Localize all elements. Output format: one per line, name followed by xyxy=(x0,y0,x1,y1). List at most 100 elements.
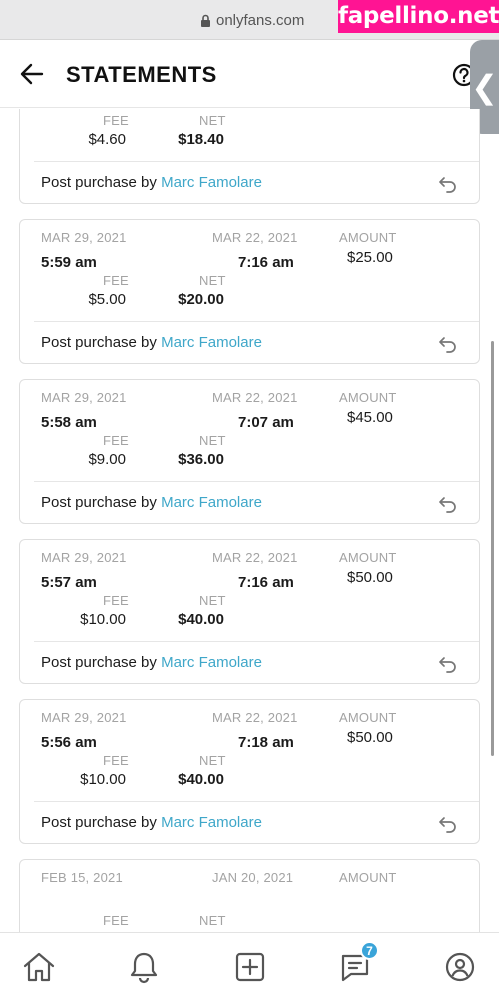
scrollbar-thumb[interactable] xyxy=(491,341,494,756)
fee-value: $4.60 xyxy=(88,131,126,148)
user-link[interactable]: Marc Famolare xyxy=(161,334,262,351)
net-value: $20.00 xyxy=(178,291,224,308)
bell-icon xyxy=(130,952,158,984)
statement-description: Post purchase by Marc Famolare xyxy=(41,174,262,191)
card-divider xyxy=(34,481,479,482)
url-text: onlyfans.com xyxy=(216,12,305,29)
transaction-time: 5:59 am xyxy=(41,254,97,271)
statement-description: Post purchase by Marc Famolare xyxy=(41,334,262,351)
amount-label: AMOUNT xyxy=(339,390,397,405)
nav-new-post-button[interactable] xyxy=(230,947,270,987)
amount-label: AMOUNT xyxy=(339,230,397,245)
profile-icon xyxy=(445,952,475,982)
net-label: NET xyxy=(199,593,226,608)
fee-label: FEE xyxy=(103,593,129,608)
refund-icon[interactable] xyxy=(438,655,458,673)
card-divider xyxy=(34,321,479,322)
statement-description: Post purchase by Marc Famolare xyxy=(41,654,262,671)
statement-description: Post purchase by Marc Famolare xyxy=(41,494,262,511)
net-value: $40.00 xyxy=(178,611,224,628)
net-value: $18.40 xyxy=(178,131,224,148)
created-date: MAR 22, 2021 xyxy=(212,550,298,565)
statement-card: FEB 15, 2021 JAN 20, 2021 AMOUNT FEE NET xyxy=(19,859,480,932)
url-display[interactable]: onlyfans.com xyxy=(200,12,304,29)
amount-value: $50.00 xyxy=(347,569,393,586)
amount-value: $45.00 xyxy=(347,409,393,426)
refund-icon[interactable] xyxy=(438,815,458,833)
watermark-label: fapellino.net xyxy=(338,0,499,33)
amount-value: $25.00 xyxy=(347,249,393,266)
transaction-date: MAR 29, 2021 xyxy=(41,550,127,565)
description-prefix: Post purchase by xyxy=(41,814,162,831)
net-value: $36.00 xyxy=(178,451,224,468)
messages-badge: 7 xyxy=(360,941,379,960)
created-date: MAR 22, 2021 xyxy=(212,710,298,725)
net-label: NET xyxy=(199,913,226,928)
net-label: NET xyxy=(199,753,226,768)
description-prefix: Post purchase by xyxy=(41,494,162,511)
fee-value: $10.00 xyxy=(80,771,126,788)
net-label: NET xyxy=(199,113,226,128)
fee-label: FEE xyxy=(103,433,129,448)
arrow-left-icon xyxy=(20,63,44,85)
fee-value: $10.00 xyxy=(80,611,126,628)
description-prefix: Post purchase by xyxy=(41,654,162,671)
browser-url-bar[interactable]: onlyfans.com fapellino.net xyxy=(0,0,499,40)
amount-value: $50.00 xyxy=(347,729,393,746)
app-header: STATEMENTS xyxy=(0,40,499,108)
back-button[interactable] xyxy=(14,58,50,90)
user-link[interactable]: Marc Famolare xyxy=(161,654,262,671)
transaction-date: MAR 29, 2021 xyxy=(41,230,127,245)
transaction-date: MAR 29, 2021 xyxy=(41,710,127,725)
refund-icon[interactable] xyxy=(438,335,458,353)
statement-card: MAR 29, 2021MAR 22, 2021AMOUNT5:59 am7:1… xyxy=(19,109,480,204)
net-label: NET xyxy=(199,433,226,448)
transaction-time: 5:59 am xyxy=(41,109,97,111)
card-divider xyxy=(34,641,479,642)
card-divider xyxy=(34,161,479,162)
amount-label: AMOUNT xyxy=(339,710,397,725)
statement-card: MAR 29, 2021 MAR 22, 2021 AMOUNT 5:57 am 7:1… xyxy=(19,539,480,684)
nav-notifications-button[interactable] xyxy=(124,947,164,987)
transaction-time: 5:56 am xyxy=(41,734,97,751)
net-value: $40.00 xyxy=(178,771,224,788)
statement-description: Post purchase by Marc Famolare xyxy=(41,814,262,831)
bottom-navigation xyxy=(0,932,499,1000)
nav-profile-button[interactable] xyxy=(440,947,480,987)
fee-value: $5.00 xyxy=(88,291,126,308)
created-time: 7:07 am xyxy=(238,414,294,431)
card-divider xyxy=(34,801,479,802)
statement-card: MAR 29, 2021 MAR 22, 2021 AMOUNT 5:59 am 7:1… xyxy=(19,219,480,364)
lock-icon xyxy=(200,14,211,28)
created-date: MAR 22, 2021 xyxy=(212,230,298,245)
user-link[interactable]: Marc Famolare xyxy=(161,174,262,191)
created-date: JAN 20, 2021 xyxy=(212,870,294,885)
refund-icon[interactable] xyxy=(438,495,458,513)
fee-label: FEE xyxy=(103,753,129,768)
home-icon xyxy=(23,952,55,982)
fee-label: FEE xyxy=(103,113,129,128)
user-link[interactable]: Marc Famolare xyxy=(161,814,262,831)
created-time: 7:18 am xyxy=(238,734,294,751)
net-label: NET xyxy=(199,273,226,288)
amount-label: AMOUNT xyxy=(339,550,397,565)
statements-list[interactable]: MAR 29, 2021 MAR 22, 2021 AMOUNT 5:59 am 7:1… xyxy=(0,109,499,932)
statement-card: MAR 29, 2021 MAR 22, 2021 AMOUNT 5:58 am 7:0… xyxy=(19,379,480,524)
created-date: MAR 22, 2021 xyxy=(212,390,298,405)
fee-value: $9.00 xyxy=(88,451,126,468)
created-time: 7:16 am xyxy=(238,574,294,591)
transaction-date: MAR 29, 2021 xyxy=(41,390,127,405)
amount-label: AMOUNT xyxy=(339,870,397,885)
user-link[interactable]: Marc Famolare xyxy=(161,494,262,511)
add-post-icon xyxy=(235,952,265,982)
nav-home-button[interactable] xyxy=(19,947,59,987)
description-prefix: Post purchase by xyxy=(41,334,162,351)
refund-icon[interactable] xyxy=(438,175,458,193)
transaction-time: 5:57 am xyxy=(41,574,97,591)
page-title: STATEMENTS xyxy=(66,62,217,87)
transaction-time: 5:58 am xyxy=(41,414,97,431)
fee-label: FEE xyxy=(103,273,129,288)
fee-label: FEE xyxy=(103,913,129,928)
created-time: 7:16 am xyxy=(238,254,294,271)
statements-cards: MAR 29, 2021 MAR 22, 2021 AMOUNT 5:59 am 7:1… xyxy=(19,109,480,932)
